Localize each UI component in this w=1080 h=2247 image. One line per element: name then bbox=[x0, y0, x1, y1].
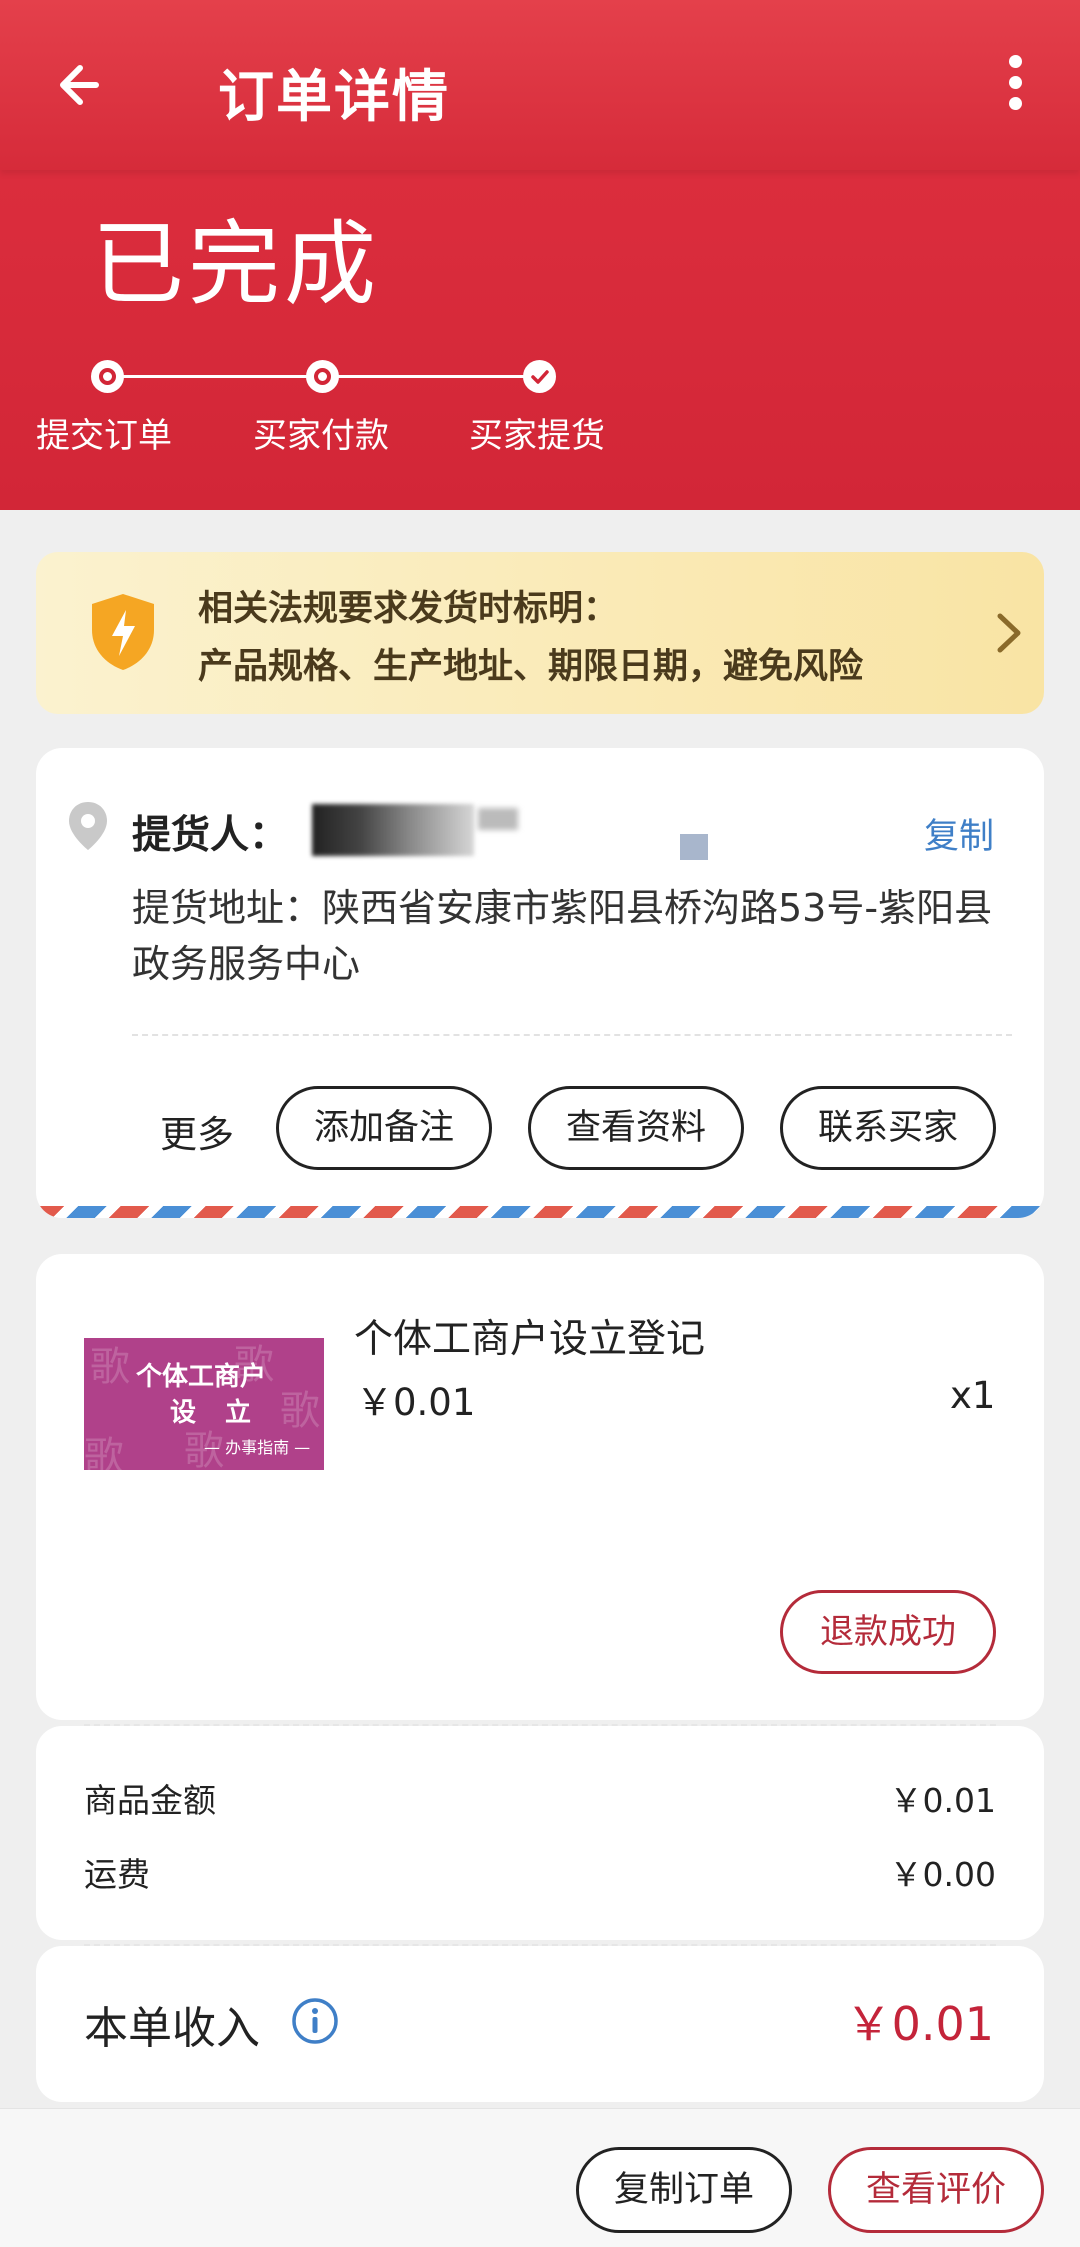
regulation-notice-banner[interactable]: 相关法规要求发货时标明： 产品规格、生产地址、期限日期，避免风险 bbox=[36, 552, 1044, 714]
more-vertical-icon[interactable] bbox=[990, 55, 1040, 115]
order-status: 已完成 bbox=[92, 211, 381, 318]
airmail-border-decoration bbox=[36, 1206, 1044, 1218]
notice-line-1: 相关法规要求发货时标明： bbox=[198, 588, 619, 629]
check-icon bbox=[523, 360, 556, 393]
notice-line-2: 产品规格、生产地址、期限日期，避免风险 bbox=[198, 646, 864, 687]
contact-buyer-button[interactable]: 联系买家 bbox=[780, 1086, 996, 1170]
step-dot-paid bbox=[306, 360, 339, 393]
redacted-name bbox=[312, 804, 474, 856]
pickup-address: 提货地址：陕西省安康市紫阳县桥沟路53号-紫阳县政务服务中心 bbox=[132, 886, 993, 986]
product-price: ￥0.01 bbox=[356, 1381, 476, 1424]
refund-status-button[interactable]: 退款成功 bbox=[780, 1590, 996, 1674]
product-image-title: 个体工商户 bbox=[136, 1362, 267, 1392]
step-label-submit: 提交订单 bbox=[36, 416, 172, 456]
step-label-pickup: 买家提货 bbox=[469, 416, 605, 456]
more-button[interactable]: 更多 bbox=[160, 1104, 234, 1158]
pickup-person-label: 提货人： bbox=[132, 813, 289, 858]
page-title: 订单详情 bbox=[218, 65, 450, 130]
redacted-name-tail bbox=[478, 808, 518, 830]
income-label: 本单收入 bbox=[84, 2003, 260, 2054]
top-app-bar: 订单详情 bbox=[0, 0, 1080, 170]
bottom-action-bar: 复制订单 查看评价 bbox=[0, 2108, 1080, 2247]
fee-value: ￥0.01 bbox=[889, 1781, 996, 1820]
view-review-button[interactable]: 查看评价 bbox=[828, 2147, 1044, 2233]
fee-row-shipping: 运费 ￥0.00 bbox=[84, 1848, 996, 1896]
divider bbox=[132, 1034, 1012, 1036]
location-pin-icon bbox=[66, 800, 110, 852]
income-value: ￥0.01 bbox=[845, 1997, 994, 2051]
step-label-paid: 买家付款 bbox=[253, 416, 389, 456]
product-image-caption: — 办事指南 — bbox=[204, 1438, 311, 1457]
copy-button[interactable]: 复制 bbox=[924, 808, 994, 859]
chevron-right-icon bbox=[994, 610, 1024, 656]
product-image[interactable]: 歌 歌 歌 歌 歌 个体工商户 设 立 — 办事指南 — bbox=[84, 1298, 324, 1508]
product-quantity: x1 bbox=[950, 1374, 996, 1417]
pickup-info-card: 提货人： 复制 提货地址：陕西省安康市紫阳县桥沟路53号-紫阳县政务服务中心 更… bbox=[36, 748, 1044, 1218]
view-profile-button[interactable]: 查看资料 bbox=[528, 1086, 744, 1170]
fee-row-goods: 商品金额 ￥0.01 bbox=[84, 1774, 996, 1822]
info-icon[interactable] bbox=[290, 1996, 340, 2046]
product-image-subtitle: 设 立 bbox=[170, 1398, 262, 1428]
income-card: 本单收入 ￥0.01 bbox=[36, 1946, 1044, 2102]
order-status-header: 订单详情 已完成 提交订单 买家付款 买家提货 bbox=[0, 0, 1080, 510]
fee-label: 商品金额 bbox=[84, 1781, 216, 1820]
step-dot-submit bbox=[91, 360, 124, 393]
redacted-phone bbox=[680, 834, 708, 860]
shield-lightning-icon bbox=[86, 590, 160, 674]
product-name: 个体工商户设立登记 bbox=[354, 1317, 706, 1362]
fee-value: ￥0.00 bbox=[889, 1855, 996, 1894]
fee-summary-card: 商品金额 ￥0.01 运费 ￥0.00 bbox=[36, 1726, 1044, 1940]
copy-order-button[interactable]: 复制订单 bbox=[576, 2147, 792, 2233]
product-card: 歌 歌 歌 歌 歌 个体工商户 设 立 — 办事指南 — 个体工商户设立登记 ￥… bbox=[36, 1254, 1044, 1720]
back-arrow-icon[interactable] bbox=[50, 50, 120, 120]
fee-label: 运费 bbox=[84, 1855, 150, 1894]
add-note-button[interactable]: 添加备注 bbox=[276, 1086, 492, 1170]
